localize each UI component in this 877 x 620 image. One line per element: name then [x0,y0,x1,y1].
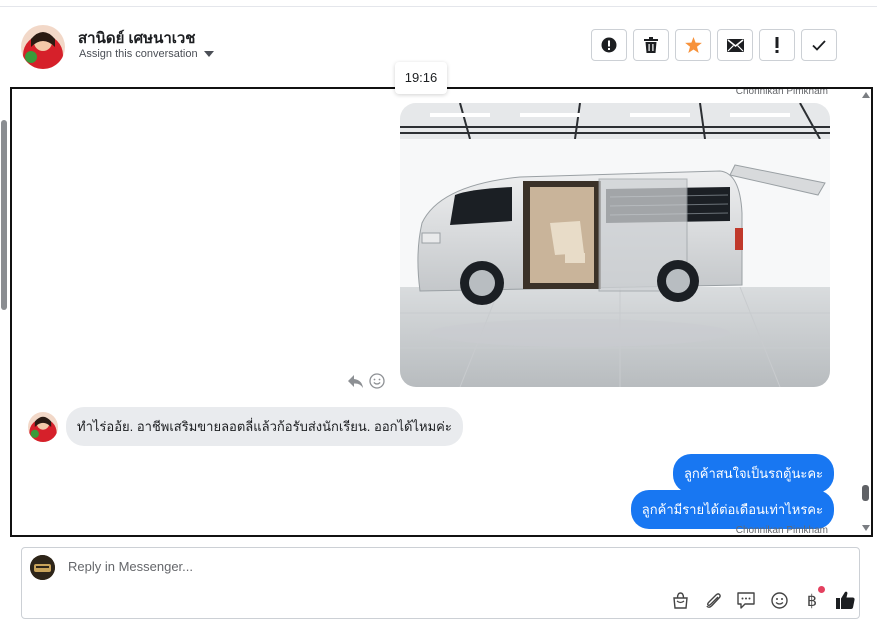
thread-scrollbar-thumb[interactable] [862,485,869,501]
baht-icon: ฿ [806,590,818,610]
emoji-icon [770,591,788,609]
payment-button[interactable]: ฿ [801,586,825,611]
scroll-down-arrow-icon[interactable] [862,525,870,531]
scroll-up-arrow-icon[interactable] [862,92,870,98]
sender-label: Chonnikan Pimkham [735,87,828,97]
page-scrollbar[interactable] [0,100,8,570]
check-icon [812,39,826,51]
mark-unread-button[interactable] [717,29,753,61]
spam-icon [601,37,617,53]
conversation-actions [591,29,837,61]
attached-photo-van[interactable] [400,103,830,387]
caret-down-icon [203,51,214,57]
incoming-message-row: ทำไร่ออ้ย. อาชีพเสริมขายลอตลี่แล้วก้อรับ… [28,407,463,446]
notification-dot [818,586,825,593]
incoming-message-bubble: ทำไร่ออ้ย. อาชีพเสริมขายลอตลี่แล้วก้อรับ… [66,407,463,446]
mark-spam-button[interactable] [591,29,627,61]
shopping-bag-icon [672,591,688,609]
page-scrollbar-thumb[interactable] [1,120,7,310]
follow-up-button[interactable] [759,29,795,61]
like-icon [835,591,855,609]
outgoing-message-bubble: ลูกค้าสนใจเป็นรถตู้นะคะ [672,454,834,493]
paperclip-icon [705,592,721,608]
contact-avatar[interactable] [21,25,65,69]
saved-replies-icon [737,591,755,609]
contact-avatar-small[interactable] [28,411,58,442]
saved-replies-button[interactable] [735,589,757,611]
mark-done-button[interactable] [801,29,837,61]
follow-up-icon [775,37,779,53]
star-button[interactable] [675,29,711,61]
assign-label: Assign this conversation [79,48,198,60]
reply-composer: ฿ [21,547,860,619]
attach-button[interactable] [702,589,724,611]
reply-icon[interactable] [348,374,363,388]
delete-button[interactable] [633,29,669,61]
timestamp-tooltip: 19:16 [395,62,447,94]
sender-label: Chonnikan Pimkham [735,525,828,536]
send-like-button[interactable] [834,589,856,611]
page-avatar [30,555,55,580]
assign-conversation-dropdown[interactable]: Assign this conversation [79,48,214,60]
mail-icon [726,38,744,52]
message-thread: Chonnikan Pimkham ทำไร่ออ้ย. อาชีพเสริมข… [10,87,873,537]
react-emoji-icon[interactable] [369,373,385,389]
thread-scrollbar[interactable] [861,89,871,535]
composer-tools: ฿ [669,586,856,611]
trash-icon [644,37,658,53]
star-icon [684,37,702,53]
reply-input[interactable] [66,558,670,575]
shop-button[interactable] [669,589,691,611]
emoji-button[interactable] [768,589,790,611]
contact-name: สานิดย์ เศษนาเวช [78,30,196,47]
outgoing-message-bubble: ลูกค้ามีรายได้ต่อเดือนเท่าไหรคะ [630,490,834,529]
top-divider [0,0,877,7]
message-actions [348,373,385,389]
